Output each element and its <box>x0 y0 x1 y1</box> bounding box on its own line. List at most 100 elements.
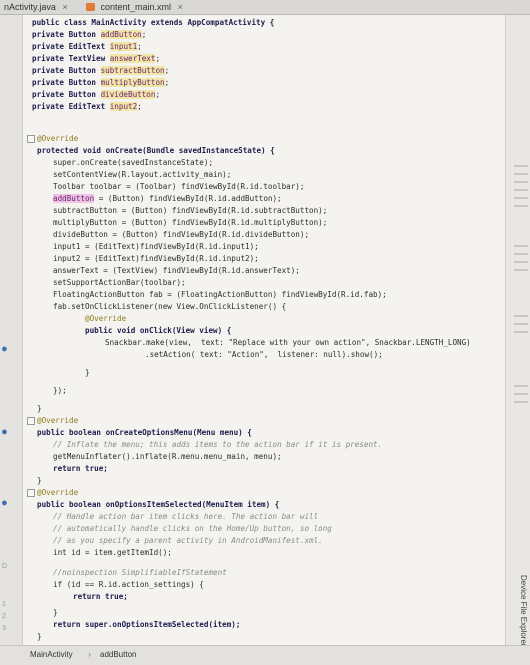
editor-gutter: ● ● ● D 1 2 3 <box>0 15 23 645</box>
fold-toggle-icon[interactable] <box>27 417 35 425</box>
breadcrumb-member[interactable]: addButton <box>100 650 136 659</box>
line-number: 2 <box>2 613 6 620</box>
scroll-marker[interactable] <box>514 385 528 387</box>
code-line: input2 = (EditText)findViewById(R.id.inp… <box>53 254 259 263</box>
code-line: } <box>37 404 42 413</box>
override-marker-icon[interactable]: ● <box>2 498 7 507</box>
scroll-marker[interactable] <box>514 261 528 263</box>
code-line: public boolean onCreateOptionsMenu(Menu … <box>37 428 252 437</box>
code-line: public void onClick(View view) { <box>85 326 232 335</box>
code-text: = (Button) findViewById(R.id.addButton); <box>94 194 282 203</box>
code-punct: ; <box>155 54 161 63</box>
code-keyword: private Button <box>32 30 101 39</box>
code-line: getMenuInflater().inflate(R.menu.menu_ma… <box>53 452 282 461</box>
scroll-marker[interactable] <box>514 173 528 175</box>
breadcrumb-class[interactable]: MainActivity <box>30 650 73 659</box>
scroll-marker[interactable] <box>514 181 528 183</box>
code-comment: // Handle action bar item clicks here. T… <box>53 512 319 521</box>
code-line: return super.onOptionsItemSelected(item)… <box>53 620 241 629</box>
code-line: FloatingActionButton fab = (FloatingActi… <box>53 290 387 299</box>
code-field: answerText <box>109 54 156 63</box>
scroll-marker[interactable] <box>514 245 528 247</box>
code-line: } <box>37 632 42 641</box>
code-line: }); <box>53 386 67 395</box>
code-line: public class MainActivity extends AppCom… <box>32 17 274 29</box>
code-line: subtractButton = (Button) findViewById(R… <box>53 206 328 215</box>
code-line: input1 = (EditText)findViewById(R.id.inp… <box>53 242 259 251</box>
scroll-marker[interactable] <box>514 253 528 255</box>
code-line: private Button subtractButton; <box>32 65 169 77</box>
code-line: super.onCreate(savedInstanceState); <box>53 158 214 167</box>
code-line: } <box>85 368 90 377</box>
override-marker-icon[interactable]: ● <box>2 344 7 353</box>
scroll-marker[interactable] <box>514 269 528 271</box>
code-line: if (id == R.id.action_settings) { <box>53 580 204 589</box>
code-line: @Override <box>37 134 79 143</box>
code-line: int id = item.getItemId(); <box>53 548 172 557</box>
code-line: private EditText input1; <box>32 41 142 53</box>
fold-toggle-icon[interactable] <box>27 135 35 143</box>
tab-mainactivity-java[interactable]: nActivity.java × <box>0 1 72 13</box>
code-line: addButton = (Button) findViewById(R.id.a… <box>53 193 282 205</box>
code-punct: ; <box>155 90 161 99</box>
code-comment: // automatically handle clicks on the Ho… <box>53 524 332 533</box>
code-comment: //noinspection SimplifiableIfStatement <box>53 568 227 577</box>
code-line: multiplyButton = (Button) findViewById(R… <box>53 218 328 227</box>
tab-label: nActivity.java <box>4 2 56 12</box>
code-line: private Button addButton; <box>32 29 146 41</box>
code-line: private Button divideButton; <box>32 89 160 101</box>
breadcrumb-separator-icon: › <box>88 649 91 659</box>
scroll-marker[interactable] <box>514 401 528 403</box>
fold-toggle-icon[interactable] <box>27 489 35 497</box>
code-punct: ; <box>137 42 142 51</box>
code-line: } <box>37 476 42 485</box>
code-keyword: private Button <box>32 78 101 87</box>
xml-file-icon <box>86 3 95 11</box>
scroll-marker[interactable] <box>514 197 528 199</box>
line-number: D <box>2 563 8 570</box>
line-number: 3 <box>2 625 6 632</box>
code-punct: ; <box>164 78 170 87</box>
scroll-marker[interactable] <box>514 331 528 333</box>
code-editor[interactable]: public class MainActivity extends AppCom… <box>23 15 505 653</box>
close-icon[interactable]: × <box>62 2 67 12</box>
scroll-marker[interactable] <box>514 323 528 325</box>
code-field: divideButton <box>100 90 156 99</box>
scroll-markers <box>512 165 530 485</box>
code-field: addButton <box>100 30 142 39</box>
code-comment: // as you specify a parent activity in A… <box>53 536 323 545</box>
code-line: private Button multiplyButton; <box>32 77 169 89</box>
editor-tab-bar: nActivity.java × content_main.xml × <box>0 0 530 15</box>
code-punct: ; <box>164 66 170 75</box>
code-line: answerText = (TextView) findViewById(R.i… <box>53 266 300 275</box>
code-text: public class MainActivity extends AppCom… <box>32 18 275 27</box>
scroll-marker[interactable] <box>514 315 528 317</box>
code-line: fab.setOnClickListener(new View.OnClickL… <box>53 302 287 311</box>
code-keyword: private EditText <box>32 102 110 111</box>
code-line: private EditText input2; <box>32 101 142 113</box>
code-field: multiplyButton <box>100 78 165 87</box>
scroll-marker[interactable] <box>514 205 528 207</box>
override-marker-icon[interactable]: ● <box>2 427 7 436</box>
code-line: Snackbar.make(view, text: "Replace with … <box>105 338 471 347</box>
code-line: @Override <box>37 488 79 497</box>
scroll-marker[interactable] <box>514 393 528 395</box>
tab-content-main-xml[interactable]: content_main.xml × <box>82 1 187 13</box>
code-field: addButton <box>53 194 95 203</box>
code-field: input2 <box>109 102 138 111</box>
code-keyword: private EditText <box>32 42 110 51</box>
close-icon[interactable]: × <box>178 2 183 12</box>
code-field: subtractButton <box>100 66 165 75</box>
scroll-marker[interactable] <box>514 165 528 167</box>
code-line: @Override <box>85 314 127 323</box>
code-punct: ; <box>141 30 147 39</box>
code-line: protected void onCreate(Bundle savedInst… <box>37 146 275 155</box>
code-comment: // Inflate the menu; this adds items to … <box>53 440 383 449</box>
code-field: input1 <box>109 42 138 51</box>
code-line: private TextView answerText; <box>32 53 160 65</box>
code-line: return true; <box>73 592 128 601</box>
code-line: @Override <box>37 416 79 425</box>
code-line: setSupportActionBar(toolbar); <box>53 278 186 287</box>
scroll-marker[interactable] <box>514 189 528 191</box>
code-line: Toolbar toolbar = (Toolbar) findViewById… <box>53 182 305 191</box>
